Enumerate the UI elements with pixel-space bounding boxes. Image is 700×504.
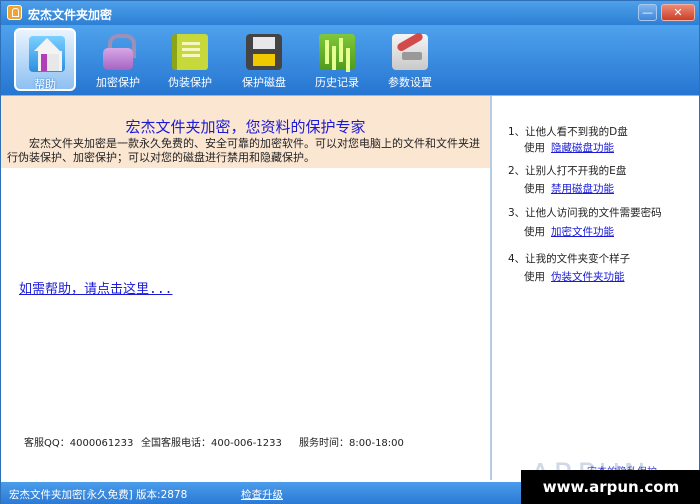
- close-button[interactable]: ✕: [661, 4, 695, 21]
- intro-panel: 宏杰文件夹加密，您资料的保护专家 宏杰文件夹加密是一款永久免费的、安全可靠的加密…: [1, 96, 490, 168]
- app-window: 宏杰文件夹加密 — ✕ 帮助 加密保护 伪装保护 保护磁盘 历史记录 参数设置: [0, 0, 700, 504]
- toolbar-encrypt-label: 加密保护: [96, 76, 140, 89]
- title-bar[interactable]: 宏杰文件夹加密 — ✕: [1, 1, 699, 25]
- help-pane: 宏杰文件夹加密，您资料的保护专家 宏杰文件夹加密是一款永久免费的、安全可靠的加密…: [1, 96, 490, 480]
- toolbar-disguise-label: 伪装保护: [168, 76, 212, 89]
- settings-icon: [392, 34, 428, 70]
- tip-1-use-label: 使用: [524, 142, 545, 154]
- toolbar-history-button[interactable]: 历史记录: [306, 28, 368, 91]
- toolbar-help-button[interactable]: 帮助: [14, 28, 76, 91]
- history-icon: [319, 34, 355, 70]
- tip-4-usage: 使用 伪装文件夹功能: [524, 269, 625, 284]
- home-icon: [29, 36, 65, 72]
- encrypt-file-link[interactable]: 加密文件功能: [551, 226, 614, 238]
- tip-1-title: 1、让他人看不到我的D盘: [508, 126, 628, 138]
- toolbar-disguise-button[interactable]: 伪装保护: [159, 28, 221, 91]
- toolbar-history-label: 历史记录: [315, 76, 359, 89]
- help-link[interactable]: 如需帮助，请点击这里...: [19, 278, 172, 297]
- tip-4-title: 4、让我的文件夹变个样子: [508, 253, 631, 265]
- lock-icon: [100, 34, 136, 70]
- contact-qq: 客服QQ：4000061233: [24, 438, 134, 449]
- toolbar-encrypt-button[interactable]: 加密保护: [87, 28, 149, 91]
- tip-3-title: 3、让他人访问我的文件需要密码: [508, 207, 662, 219]
- tip-2-title: 2、让别人打不开我的E盘: [508, 165, 627, 177]
- disable-disk-link[interactable]: 禁用磁盘功能: [551, 183, 614, 195]
- toolbar-disk-label: 保护磁盘: [242, 76, 286, 89]
- tip-1-usage: 使用 隐藏磁盘功能: [524, 140, 614, 155]
- contact-hours: 服务时间：8:00-18:00: [299, 438, 404, 449]
- intro-title: 宏杰文件夹加密，您资料的保护专家: [125, 118, 366, 136]
- toolbar-settings-button[interactable]: 参数设置: [379, 28, 441, 91]
- toolbar-disk-button[interactable]: 保护磁盘: [233, 28, 295, 91]
- disk-icon: [246, 34, 282, 70]
- site-banner: www.arpun.com: [521, 470, 700, 504]
- check-update-link[interactable]: 检查升级: [241, 487, 283, 502]
- disguise-folder-link[interactable]: 伪装文件夹功能: [551, 271, 625, 283]
- tip-2-use-label: 使用: [524, 183, 545, 195]
- tip-3-use-label: 使用: [524, 226, 545, 238]
- tip-4-use-label: 使用: [524, 271, 545, 283]
- toolbar-settings-label: 参数设置: [388, 76, 432, 89]
- tips-pane: 1、让他人看不到我的D盘 使用 隐藏磁盘功能 2、让别人打不开我的E盘 使用 禁用磁…: [492, 96, 699, 480]
- book-icon: [172, 34, 208, 70]
- tip-3-usage: 使用 加密文件功能: [524, 224, 614, 239]
- main-area: 宏杰文件夹加密，您资料的保护专家 宏杰文件夹加密是一款永久免费的、安全可靠的加密…: [1, 95, 699, 480]
- tip-2-usage: 使用 禁用磁盘功能: [524, 181, 614, 196]
- hide-disk-link[interactable]: 隐藏磁盘功能: [551, 142, 614, 154]
- contact-phone: 全国客服电话：400-006-1233: [141, 438, 282, 449]
- minimize-button[interactable]: —: [638, 4, 657, 21]
- window-title: 宏杰文件夹加密: [28, 8, 113, 22]
- app-lock-icon: [7, 5, 22, 20]
- intro-text: 宏杰文件夹加密是一款永久免费的、安全可靠的加密软件。可以对您电脑上的文件和文件夹…: [7, 137, 480, 164]
- toolbar-help-label: 帮助: [34, 78, 56, 91]
- version-text: 宏杰文件夹加密[永久免费] 版本:2878: [9, 489, 188, 501]
- toolbar: 帮助 加密保护 伪装保护 保护磁盘 历史记录 参数设置: [1, 25, 699, 95]
- status-bar: 宏杰文件夹加密[永久免费] 版本:2878 检查升级: [1, 482, 521, 504]
